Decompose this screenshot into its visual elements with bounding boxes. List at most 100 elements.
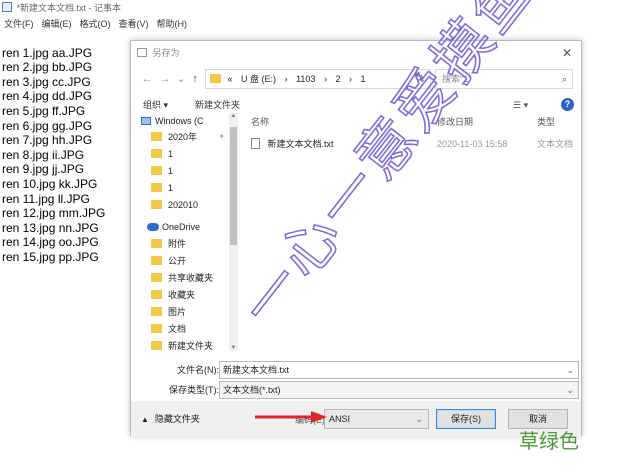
search-input[interactable]: 搜索"1" ⌕ xyxy=(435,69,573,89)
notepad-title: *新建文本文档.txt - 记事本 xyxy=(16,3,122,13)
dialog-icon xyxy=(137,48,147,57)
address-bar[interactable]: « U 盘 (E:) › 1103 › 2 › 1 ⌄ xyxy=(205,69,431,89)
forward-arrow-icon[interactable]: → xyxy=(157,71,173,87)
column-header-type[interactable]: 类型 xyxy=(537,113,555,131)
encoding-select[interactable]: ANSI ⌄ xyxy=(324,409,429,429)
text-line: ren 14.jpg oo.JPG xyxy=(2,235,99,250)
dialog-toolbar: 组织 ▾ 新建文件夹 ☰ ▾ ? xyxy=(131,95,581,115)
nav-item-attachments[interactable]: 附件 xyxy=(151,236,186,252)
nav-item-public[interactable]: 公开 xyxy=(151,253,186,269)
nav-scrollbar[interactable]: ▲ ▼ xyxy=(229,113,238,351)
nav-item-label: 图片 xyxy=(168,307,187,317)
nav-item-1[interactable]: 1 xyxy=(151,146,173,162)
nav-item-1[interactable]: 1 xyxy=(151,163,173,179)
nav-item-new-folder[interactable]: 新建文件夹 xyxy=(151,338,213,353)
nav-item-shared-favorites[interactable]: 共享收藏夹 xyxy=(151,270,213,286)
breadcrumb-drive[interactable]: U 盘 (E:) xyxy=(241,74,276,84)
text-line: ren 12.jpg mm.JPG xyxy=(2,206,106,221)
breadcrumb-1[interactable]: 1 xyxy=(361,74,366,84)
up-arrow-icon[interactable]: ↑ xyxy=(187,71,203,87)
scroll-up-icon[interactable]: ▲ xyxy=(229,113,238,119)
menu-file[interactable]: 文件(F) xyxy=(4,16,34,32)
breadcrumb-separator: › xyxy=(284,74,288,84)
nav-item-label: 1 xyxy=(168,149,174,159)
filename-label: 文件名(N): xyxy=(177,365,219,375)
search-icon: ⌕ xyxy=(561,74,567,84)
folder-icon xyxy=(210,74,221,83)
breadcrumb-overflow[interactable]: « xyxy=(228,74,233,84)
breadcrumb-separator: › xyxy=(349,74,352,84)
file-name: 新建文本文档.txt xyxy=(267,139,334,149)
chevron-down-icon: ⌄ xyxy=(415,414,423,424)
organize-button[interactable]: 组织 ▾ xyxy=(143,95,168,115)
refresh-icon[interactable]: ↻ xyxy=(409,71,429,87)
savetype-label: 保存类型(T): xyxy=(169,385,219,395)
filename-field[interactable]: 新建文本文档.txt ⌄ xyxy=(219,361,579,379)
menu-help[interactable]: 帮助(H) xyxy=(157,16,188,32)
new-folder-button[interactable]: 新建文件夹 xyxy=(195,95,240,115)
breadcrumb-1103[interactable]: 1103 xyxy=(296,74,315,84)
folder-icon xyxy=(151,307,162,316)
text-line: ren 3.jpg cc.JPG xyxy=(2,74,91,89)
nav-item-label: 202010 xyxy=(168,200,199,210)
nav-item-label: 收藏夹 xyxy=(168,290,196,300)
chevron-down-icon[interactable]: ⌄ xyxy=(566,382,574,398)
corner-label: 草绿色 xyxy=(519,429,579,453)
savetype-select[interactable]: 文本文档(*.txt) ⌄ xyxy=(219,381,579,399)
nav-item-label: 文档 xyxy=(168,324,187,334)
scrollbar-thumb[interactable] xyxy=(230,127,237,245)
nav-item-windows-c[interactable]: Windows (C xyxy=(141,113,204,129)
folder-icon xyxy=(151,200,162,209)
search-placeholder: 搜索"1" xyxy=(442,74,472,84)
nav-item-2020[interactable]: 2020年 ✦ xyxy=(151,129,225,145)
nav-item-label: OneDrive xyxy=(162,222,201,232)
hide-folders-toggle[interactable]: ▲ 隐藏文件夹 xyxy=(141,411,200,428)
folder-icon xyxy=(151,273,162,282)
nav-item-pictures[interactable]: 图片 xyxy=(151,304,186,320)
nav-item-onedrive[interactable]: OneDrive xyxy=(147,219,200,235)
text-line: ren 6.jpg gg.JPG xyxy=(2,118,93,133)
file-list: 名称 修改日期 类型 新建文本文档.txt 2020-11-03 15:58 文… xyxy=(241,113,583,353)
chevron-down-icon[interactable]: ⌄ xyxy=(566,362,574,378)
text-line: ren 11.jpg ll.JPG xyxy=(2,191,90,206)
back-arrow-icon[interactable]: ← xyxy=(139,71,155,87)
menu-view[interactable]: 查看(V) xyxy=(119,16,149,32)
breadcrumb-2[interactable]: 2 xyxy=(335,74,340,84)
column-header-modified[interactable]: 修改日期 xyxy=(437,113,473,131)
text-line: ren 2.jpg bb.JPG xyxy=(2,60,93,75)
encoding-value: ANSI xyxy=(329,414,351,424)
file-type: 文本文档 xyxy=(537,139,574,149)
hide-folders-label: 隐藏文件夹 xyxy=(154,414,200,424)
text-line: ren 7.jpg hh.JPG xyxy=(2,133,93,148)
notepad-text-area[interactable]: ren 1.jpg aa.JPG ren 2.jpg bb.JPG ren 3.jp… xyxy=(2,31,105,279)
nav-item-202010[interactable]: 202010 xyxy=(151,197,198,213)
save-form: 文件名(N): 新建文本文档.txt ⌄ 保存类型(T): 文本文档(*.txt… xyxy=(131,359,581,399)
help-icon[interactable]: ? xyxy=(561,98,574,111)
menu-edit[interactable]: 编辑(E) xyxy=(42,16,72,32)
file-row[interactable]: 新建文本文档.txt 2020-11-03 15:58 文本文档 xyxy=(251,135,581,153)
text-line: ren 5.jpg ff.JPG xyxy=(2,103,86,118)
dialog-title-bar: 另存为 xyxy=(131,41,581,65)
nav-item-documents[interactable]: 文档 xyxy=(151,321,186,337)
folder-icon xyxy=(151,149,162,158)
nav-item-favorites[interactable]: 收藏夹 xyxy=(151,287,195,303)
nav-item-label: 附件 xyxy=(168,239,187,249)
folder-icon xyxy=(151,239,162,248)
dialog-footer: ▲隐藏文件夹 编码(E): ANSI ⌄ 保存(S) 取消 xyxy=(131,401,581,437)
nav-item-label: 1 xyxy=(168,183,174,193)
nav-item-label: 2020年 xyxy=(168,132,198,142)
scroll-down-icon[interactable]: ▼ xyxy=(229,345,238,351)
save-button[interactable]: 保存(S) xyxy=(436,409,496,429)
close-icon[interactable]: ✕ xyxy=(559,45,575,61)
column-header-name[interactable]: 名称 xyxy=(251,113,269,131)
menu-format[interactable]: 格式(O) xyxy=(80,16,111,32)
folder-icon xyxy=(151,166,162,175)
breadcrumb-separator: › xyxy=(323,74,327,84)
dialog-title: 另存为 xyxy=(152,48,180,58)
nav-item-1[interactable]: 1 xyxy=(151,180,173,196)
view-options-button[interactable]: ☰ ▾ xyxy=(513,95,528,115)
nav-item-label: Windows (C xyxy=(155,116,204,126)
save-as-dialog: 另存为 ✕ ← → ⌄ ↑ « U 盘 (E:) › 1103 › 2 › 1 … xyxy=(130,40,583,437)
savetype-value: 文本文档(*.txt) xyxy=(223,385,281,395)
folder-icon xyxy=(151,341,162,350)
